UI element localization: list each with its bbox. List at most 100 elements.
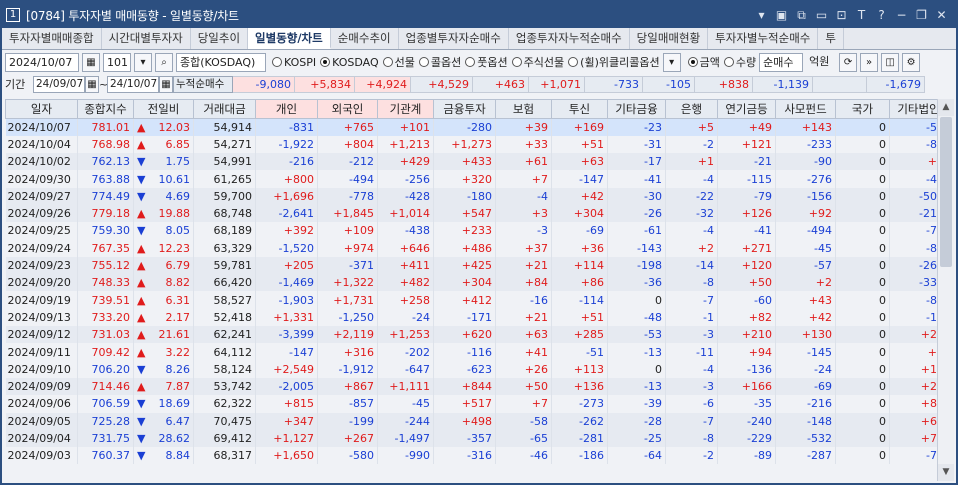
investor-value-cell: -240	[717, 412, 776, 430]
radio-option[interactable]: 콜옵션	[418, 54, 461, 70]
table-row[interactable]: 2024/09/05 725.28 ▼ 6.47 70,475 +347 -199 -244 +…	[5, 412, 948, 430]
table-row[interactable]: 2024/09/20 748.33 ▲ 8.82 66,420 -1,469 +1,322 +…	[5, 274, 948, 292]
radio-option[interactable]: KOSDAQ	[320, 54, 379, 70]
table-row[interactable]: 2024/09/04 731.75 ▼ 28.62 69,412 +1,127 +267 -1…	[5, 429, 948, 448]
tab-item[interactable]: 시간대별투자자	[102, 28, 191, 49]
column-header[interactable]: 외국인	[317, 99, 378, 119]
tab-item[interactable]: 업종투자자누적순매수	[509, 28, 630, 49]
end-date-input[interactable]: 24/10/07	[107, 75, 159, 93]
table-row[interactable]: 2024/09/03 760.37 ▼ 8.84 68,317 +1,650 -580 -99…	[5, 447, 948, 465]
table-row[interactable]: 2024/10/07 781.01 ▲ 12.03 54,914 -831 +765 +101…	[5, 118, 948, 136]
column-header[interactable]: 보험	[495, 99, 552, 119]
radio-icon[interactable]	[568, 57, 579, 67]
tab-item[interactable]: 투	[818, 28, 844, 49]
vertical-scrollbar[interactable]: ▲ ▼	[937, 99, 954, 481]
radio-option[interactable]: KOSPI	[272, 54, 316, 70]
table-row[interactable]: 2024/09/13 733.20 ▲ 2.17 52,418 +1,331 -1,250-…	[5, 308, 948, 327]
radio-option[interactable]: 금액	[687, 54, 720, 70]
minimize-window-icon[interactable]: ⧉	[793, 8, 810, 23]
table-row[interactable]: 2024/09/27 774.49 ▼ 4.69 59,700 +1,696 -778 -42…	[5, 187, 948, 205]
tab-item[interactable]: 당일추이	[191, 28, 249, 49]
radio-icon[interactable]	[272, 57, 282, 67]
tab-item[interactable]: 업종별투자자순매수	[399, 28, 509, 49]
column-header[interactable]: 사모펀드	[775, 99, 836, 119]
close-icon[interactable]: ✕	[933, 8, 950, 22]
column-header[interactable]: 국가	[835, 99, 890, 119]
minimize-icon[interactable]: −	[893, 8, 910, 22]
scroll-thumb[interactable]	[940, 117, 952, 267]
investor-value-cell: 0	[835, 256, 890, 275]
start-calendar-icon[interactable]: ▦	[85, 75, 99, 93]
change-cell: ▼ 28.62	[133, 429, 194, 448]
table-row[interactable]: 2024/09/12 731.03 ▲ 21.61 62,241 -3,399 +2,119…	[5, 326, 948, 344]
pin-icon[interactable]: ⊡	[833, 8, 850, 22]
radio-icon[interactable]	[723, 57, 734, 67]
weekly-dropdown-icon[interactable]: ▾	[662, 52, 681, 72]
table-row[interactable]: 2024/09/23 755.12 ▲ 6.79 59,781 +205 -371 +411 +…	[5, 256, 948, 275]
radio-icon[interactable]	[418, 57, 429, 67]
table-row[interactable]: 2024/10/04 768.98 ▲ 6.85 54,271 -1,922 +804 +1,…	[5, 135, 948, 154]
table-row[interactable]: 2024/09/06 706.59 ▼ 18.69 62,322 +815 -857 -45 +…	[5, 395, 948, 413]
column-header[interactable]: 개인	[255, 99, 318, 119]
radio-icon[interactable]	[382, 57, 393, 67]
investor-value-cell: -45	[377, 395, 434, 413]
tab-item[interactable]: 순매수추이	[331, 28, 399, 49]
restore-icon[interactable]: ❐	[913, 8, 930, 22]
column-header[interactable]: 투신	[551, 99, 608, 119]
table-row[interactable]: 2024/09/10 706.20 ▼ 8.26 58,124 +2,549 -1,912-…	[5, 360, 948, 378]
scroll-down-icon[interactable]: ▼	[938, 464, 954, 481]
table-row[interactable]: 2024/09/26 779.18 ▲ 19.88 68,748 -2,641 +1,845…	[5, 204, 948, 223]
column-header[interactable]: 기타금융	[607, 99, 666, 119]
radio-option[interactable]: (휠)위클리콜옵션	[568, 54, 660, 70]
investor-value-cell: -273	[551, 395, 608, 413]
radio-icon[interactable]	[687, 57, 698, 67]
refresh-icon[interactable]: ⟳	[839, 52, 858, 72]
radio-option[interactable]: 수량	[723, 54, 756, 70]
help-icon[interactable]: ?	[873, 8, 890, 22]
menu-icon[interactable]: ▾	[753, 8, 770, 22]
radio-icon[interactable]	[465, 57, 476, 67]
table-row[interactable]: 2024/09/25 759.30 ▼ 8.05 68,189 +392 +109 -438 +…	[5, 222, 948, 240]
radio-icon[interactable]	[511, 57, 522, 67]
table-row[interactable]: 2024/09/11 709.42 ▲ 3.22 64,112 -147 +316 -202-…	[5, 343, 948, 361]
column-header[interactable]: 종합지수	[77, 99, 134, 119]
column-header[interactable]: 거래대금	[193, 99, 256, 119]
text-size-icon[interactable]: T	[853, 8, 870, 22]
table-row[interactable]: 2024/09/24 767.35 ▲ 12.23 63,329 -1,520 +974 +6…	[5, 239, 948, 257]
table-row[interactable]: 2024/09/09 714.46 ▲ 7.87 53,742 -2,005 +867 +1,…	[5, 377, 948, 396]
start-date-input[interactable]: 24/09/07	[33, 75, 85, 93]
summary-row: 기간 24/09/07 ▦ ~ 24/10/07 ▦ 누적순매수 -9,080 +…	[2, 75, 956, 93]
column-header[interactable]: 일자	[5, 99, 78, 119]
tab-item[interactable]: 투자자별누적순매수	[708, 28, 819, 49]
radio-option[interactable]: 풋옵션	[465, 54, 508, 70]
table-row[interactable]: 2024/10/02 762.13 ▼ 1.75 54,991 -216 -212 +429 +…	[5, 153, 948, 171]
tab-item[interactable]: 당일매매현황	[630, 28, 709, 49]
chart-icon[interactable]: ◫	[881, 52, 900, 72]
column-header[interactable]: 전일비	[133, 99, 194, 119]
table-row[interactable]: 2024/09/19 739.51 ▲ 6.31 58,527 -1,903 +1,731 +…	[5, 291, 948, 309]
link-icon[interactable]: ▣	[773, 8, 790, 22]
column-header[interactable]: 기관계	[377, 99, 434, 119]
radio-option[interactable]: 주식선물	[511, 54, 564, 70]
end-calendar-icon[interactable]: ▦	[159, 75, 173, 93]
search-icon[interactable]: ⌕	[155, 52, 173, 72]
table-row[interactable]: 2024/09/30 763.88 ▼ 10.61 61,265 +800 -494 -256…	[5, 170, 948, 188]
change-cell: ▲ 2.17	[133, 308, 194, 327]
investor-value-cell: +50	[717, 274, 776, 292]
next-icon[interactable]: »	[860, 52, 879, 72]
settings-icon[interactable]: ⚙	[902, 52, 921, 72]
tab-item[interactable]: 투자자별매매종합	[2, 28, 102, 49]
column-header[interactable]: 연기금등	[717, 99, 776, 119]
code-input[interactable]: 101	[103, 52, 131, 72]
restore-window-icon[interactable]: ▭	[813, 8, 830, 22]
column-header[interactable]: 금융투자	[433, 99, 496, 119]
column-header[interactable]: 은행	[665, 99, 718, 119]
radio-icon[interactable]	[320, 57, 331, 67]
code-dropdown-icon[interactable]: ▾	[134, 52, 152, 72]
date-input[interactable]: 2024/10/07	[5, 52, 79, 72]
calendar-icon[interactable]: ▦	[82, 52, 100, 72]
tab-item[interactable]: 일별동향/차트	[248, 28, 331, 49]
trade-type-select[interactable]: 순매수	[759, 52, 804, 72]
radio-option[interactable]: 선물	[382, 54, 415, 70]
scroll-up-icon[interactable]: ▲	[938, 99, 954, 116]
